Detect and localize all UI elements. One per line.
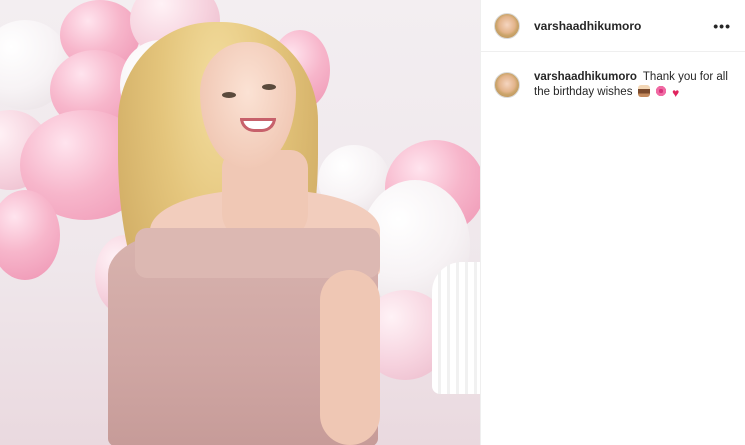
post-header: varshaadhikumoro •••	[481, 0, 745, 52]
cake-emoji-icon	[637, 85, 650, 97]
eye	[262, 84, 276, 90]
caption-author-link[interactable]: varshaadhikumoro	[534, 71, 637, 83]
caption-comment: varshaadhikumoro Thank you for all the b…	[481, 52, 745, 100]
eye	[222, 92, 236, 98]
heart-emoji-icon: ♥	[672, 86, 680, 100]
caption-text: varshaadhikumoro Thank you for all the b…	[534, 70, 731, 100]
more-dots-icon[interactable]: •••	[713, 18, 731, 34]
post-side-panel: varshaadhikumoro ••• varshaadhikumoro Th…	[480, 0, 745, 445]
avatar[interactable]	[494, 72, 520, 98]
cake-stand	[432, 262, 480, 394]
avatar[interactable]	[494, 12, 520, 39]
username-link[interactable]: varshaadhikumoro	[534, 19, 641, 33]
ribbon-emoji-icon	[654, 85, 667, 97]
arm	[320, 270, 380, 445]
post-photo[interactable]	[0, 0, 480, 445]
